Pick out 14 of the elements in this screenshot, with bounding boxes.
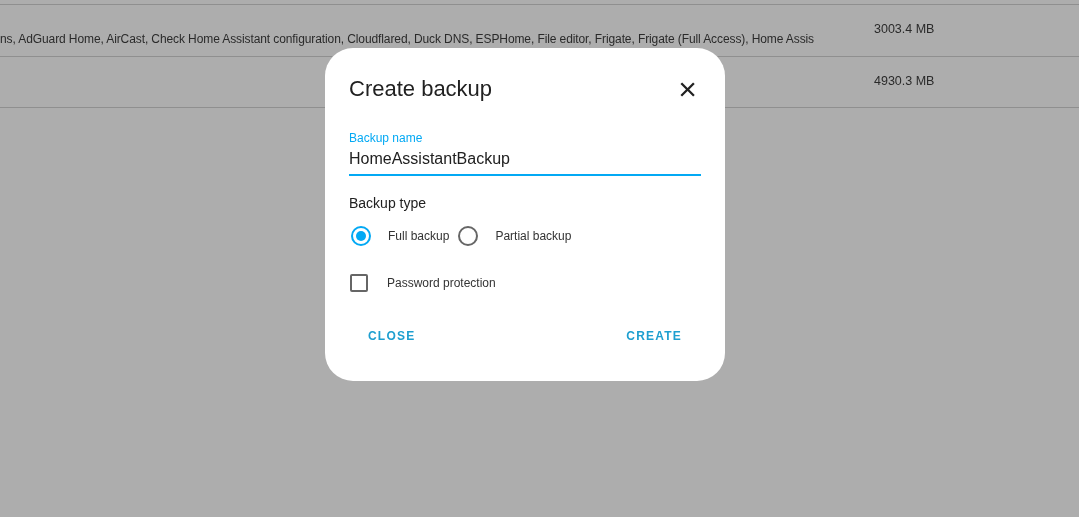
table-cell-text: 3003.4 MB (874, 21, 935, 39)
radio-button[interactable] (351, 226, 371, 246)
section-label: Backup type (349, 194, 428, 213)
radio-label: Full backup (388, 228, 450, 245)
table-cell-text: 4930.3 MB (874, 72, 935, 90)
field-label: Backup name (349, 130, 424, 147)
dialog-title: Create backup (349, 75, 493, 103)
table-cell-text: ns, AdGuard Home, AirCast, Check Home Assistant configuration, Cloudflared, Duck DNS, ESPHome, File editor, Frigate, Frigate (Full Access), Home Assis (0, 31, 814, 48)
checkbox-label: Password protection (387, 275, 496, 292)
field-value: HomeAssistantBackup (349, 149, 511, 169)
radio-label: Partial backup (495, 228, 572, 245)
input-field[interactable]: Backup name HomeAssistantBackup (349, 129, 701, 176)
checkbox[interactable] (350, 274, 368, 292)
radio-button[interactable] (458, 226, 479, 246)
